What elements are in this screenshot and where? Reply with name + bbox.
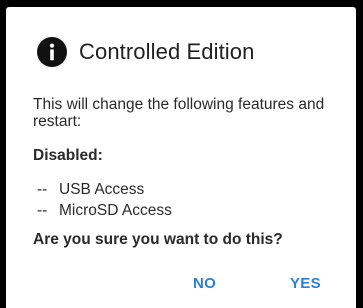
list-dash: -- — [37, 202, 48, 219]
yes-button[interactable]: YES — [284, 271, 327, 296]
confirmation-dialog: Controlled Edition This will change the … — [6, 7, 356, 308]
feature-label: MicroSD Access — [59, 202, 172, 219]
list-dash: -- — [37, 181, 48, 198]
no-button[interactable]: NO — [187, 271, 222, 296]
dialog-header: Controlled Edition — [37, 35, 254, 69]
list-item: -- USB Access — [37, 179, 172, 200]
feature-label: USB Access — [59, 181, 145, 198]
disabled-heading: Disabled: — [33, 147, 103, 164]
confirm-question: Are you sure you want to do this? — [33, 231, 283, 248]
info-icon — [37, 37, 67, 67]
list-item: -- MicroSD Access — [37, 200, 172, 221]
dialog-message: This will change the following features … — [33, 96, 325, 130]
disabled-feature-list: -- USB Access -- MicroSD Access — [37, 179, 172, 221]
dialog-title: Controlled Edition — [79, 39, 255, 64]
